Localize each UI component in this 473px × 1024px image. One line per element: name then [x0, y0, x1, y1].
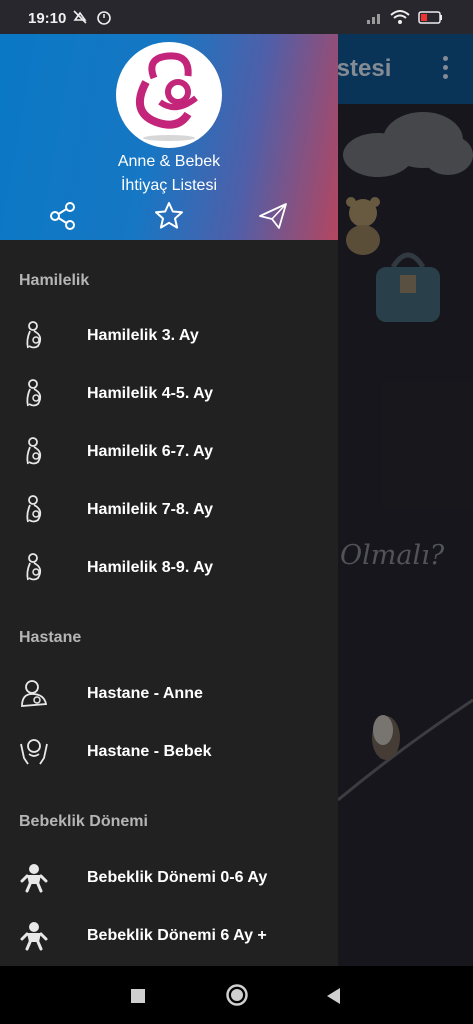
section-title-hastane: Hastane	[19, 629, 82, 646]
battery-icon	[418, 11, 442, 24]
drawer-header: Anne & Bebek İhtiyaç Listesi	[0, 34, 338, 240]
header-title-line2: İhtiyaç Listesi	[120, 177, 218, 194]
mother-icon	[21, 680, 48, 707]
pregnant-icon	[26, 379, 42, 407]
status-bar: 19:10	[0, 0, 473, 34]
pregnant-icon	[26, 437, 42, 465]
menu-item-hamilelik-7-8[interactable]: Hamilelik 7-8. Ay	[0, 482, 338, 540]
section-title-hamilelik: Hamilelik	[19, 272, 90, 289]
status-time: 19:10	[28, 10, 67, 27]
signal-icon	[367, 14, 380, 24]
menu-item-label: Hamilelik 8-9. Ay	[87, 559, 213, 576]
menu-item-hamilelik-3[interactable]: Hamilelik 3. Ay	[0, 308, 338, 366]
menu-item-hamilelik-4-5[interactable]: Hamilelik 4-5. Ay	[0, 366, 338, 424]
navigation-drawer: Anne & Bebek İhtiyaç Listesi Hamilelik H…	[0, 34, 338, 966]
app-logo	[116, 42, 222, 148]
pregnant-icon	[26, 321, 42, 349]
menu-item-label: Hastane - Bebek	[87, 743, 212, 760]
menu-item-hamilelik-8-9[interactable]: Hamilelik 8-9. Ay	[0, 540, 338, 598]
menu-item-hastane-anne[interactable]: Hastane - Anne	[0, 666, 338, 724]
menu-item-bebeklik-0-6[interactable]: Bebeklik Dönemi 0-6 Ay	[0, 850, 338, 908]
baby-icon	[20, 922, 48, 951]
wifi-icon	[390, 10, 410, 24]
back-button[interactable]	[325, 987, 341, 1005]
send-icon[interactable]	[257, 200, 289, 232]
pregnant-icon	[26, 495, 42, 523]
menu-item-label: Hamilelik 6-7. Ay	[87, 443, 213, 460]
mute-icon	[73, 10, 87, 24]
system-navigation-bar	[0, 966, 473, 1024]
share-icon[interactable]	[47, 200, 79, 232]
header-title-line1: Anne & Bebek	[117, 153, 221, 170]
section-title-bebeklik-donemi: Bebeklik Dönemi	[19, 813, 148, 830]
menu-item-hamilelik-6-7[interactable]: Hamilelik 6-7. Ay	[0, 424, 338, 482]
mother-baby-logo-icon	[135, 52, 198, 141]
menu-item-label: Bebeklik Dönemi 0-6 Ay	[87, 869, 268, 886]
home-button[interactable]	[225, 983, 249, 1007]
recents-button[interactable]	[130, 988, 146, 1004]
menu-item-label: Hamilelik 3. Ay	[87, 327, 199, 344]
pregnant-icon	[26, 553, 42, 581]
menu-item-label: Hamilelik 7-8. Ay	[87, 501, 213, 518]
menu-item-bebeklik-6-plus[interactable]: Bebeklik Dönemi 6 Ay +	[0, 908, 338, 966]
baby-hands-icon	[20, 739, 48, 765]
menu-item-label: Hamilelik 4-5. Ay	[87, 385, 213, 402]
star-icon[interactable]	[153, 200, 185, 232]
baby-icon	[20, 864, 48, 893]
menu-item-hastane-bebek[interactable]: Hastane - Bebek	[0, 724, 338, 782]
alarm-icon	[97, 11, 111, 25]
menu-item-label: Bebeklik Dönemi 6 Ay +	[87, 927, 267, 944]
menu-item-label: Hastane - Anne	[87, 685, 203, 702]
